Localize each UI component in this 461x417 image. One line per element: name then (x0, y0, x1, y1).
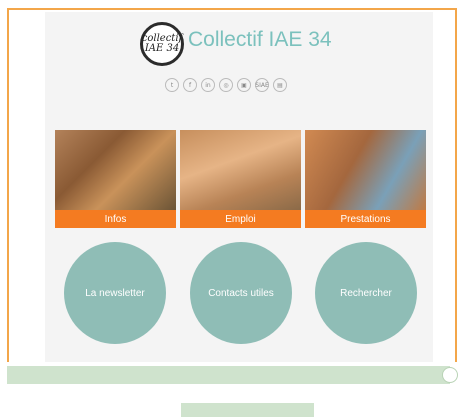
bottom-button[interactable] (181, 403, 314, 417)
linkedin-icon[interactable]: in (201, 78, 215, 92)
circle-contacts[interactable]: Contacts utiles (190, 242, 292, 344)
social-links: t f in ◎ ▣ SIAE ▤ (165, 78, 287, 92)
logo-icon-2[interactable]: ▤ (273, 78, 287, 92)
tile-prestations[interactable]: Prestations (305, 130, 426, 228)
instagram-icon[interactable]: ◎ (219, 78, 233, 92)
scroll-bar[interactable] (7, 366, 450, 384)
circle-newsletter[interactable]: La newsletter (64, 242, 166, 344)
scroll-handle[interactable] (442, 367, 458, 383)
tile-label: Infos (55, 210, 176, 228)
tile-label: Prestations (305, 210, 426, 228)
collectif-logo[interactable]: collectif IAE 34 (140, 22, 184, 66)
page-title: Collectif IAE 34 (188, 28, 332, 51)
tile-infos[interactable]: Infos (55, 130, 176, 228)
tile-photo (305, 130, 426, 210)
tile-emploi[interactable]: Emploi (180, 130, 301, 228)
tile-label: Emploi (180, 210, 301, 228)
logo-icon-1[interactable]: ▣ (237, 78, 251, 92)
circle-rechercher[interactable]: Rechercher (315, 242, 417, 344)
siae-icon[interactable]: SIAE (255, 78, 269, 92)
tile-photo (180, 130, 301, 210)
twitter-icon[interactable]: t (165, 78, 179, 92)
tile-photo (55, 130, 176, 210)
logo-text: collectif IAE 34 (141, 33, 183, 54)
facebook-icon[interactable]: f (183, 78, 197, 92)
